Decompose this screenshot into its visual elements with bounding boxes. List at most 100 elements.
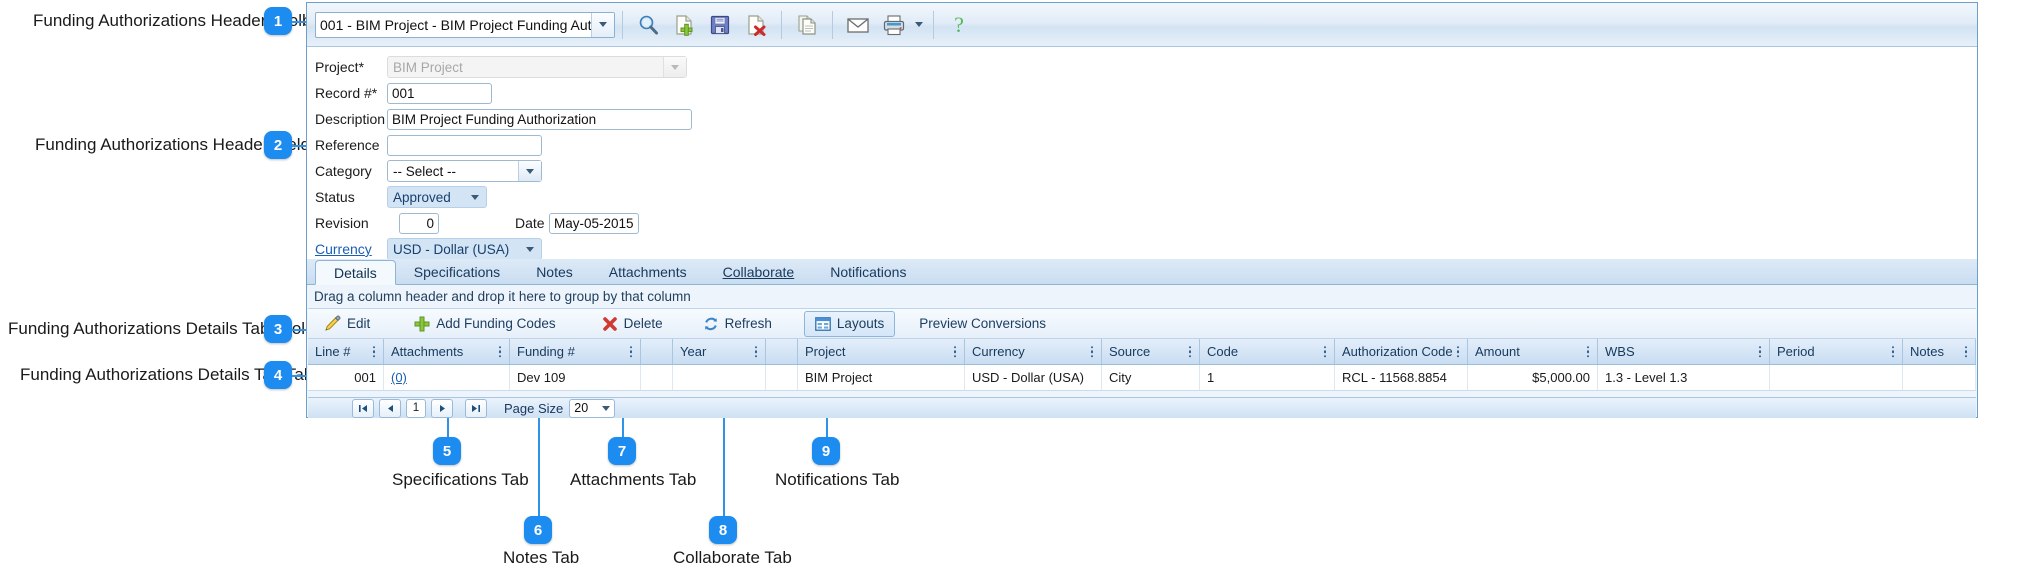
table-cell: BIM Project (798, 365, 965, 390)
delete-record-button[interactable] (741, 10, 771, 40)
project-select[interactable]: BIM Project (387, 56, 687, 78)
annotation-badge-8: 8 (709, 516, 737, 544)
current-page-number[interactable]: 1 (406, 398, 426, 418)
delete-button[interactable]: Delete (592, 311, 673, 337)
column-header-line[interactable]: Line # (308, 339, 384, 364)
column-menu-icon[interactable] (629, 345, 632, 358)
description-input[interactable]: BIM Project Funding Authorization (387, 108, 692, 130)
date-input[interactable]: May-05-2015 (549, 212, 639, 234)
currency-select-arrow[interactable] (519, 239, 541, 259)
column-menu-icon[interactable] (1456, 345, 1459, 358)
last-page-icon (472, 404, 480, 412)
column-header-currency[interactable]: Currency (965, 339, 1102, 364)
record-number-input[interactable]: 001 (387, 82, 492, 104)
column-header-notes[interactable]: Notes (1903, 339, 1976, 364)
column-header-label: Line # (315, 344, 351, 359)
annotation-leader-1 (292, 21, 306, 23)
tab-collaborate[interactable]: Collaborate (705, 259, 813, 284)
new-record-button[interactable] (669, 10, 699, 40)
reference-input[interactable] (387, 134, 542, 156)
column-header-project[interactable]: Project (798, 339, 965, 364)
column-menu-icon[interactable] (1586, 345, 1589, 358)
column-header-label: WBS (1605, 344, 1635, 359)
column-header-source[interactable]: Source (1102, 339, 1200, 364)
search-button[interactable] (633, 10, 663, 40)
page-size-select[interactable]: 20 (569, 398, 616, 418)
column-header-blank-5[interactable] (766, 339, 798, 364)
field-status: Status Approved (315, 185, 715, 209)
edit-button[interactable]: Edit (314, 311, 380, 337)
field-project-label: Project* (315, 59, 365, 75)
currency-link[interactable]: Currency (315, 241, 387, 257)
column-header-code[interactable]: Code (1200, 339, 1335, 364)
add-funding-codes-button[interactable]: Add Funding Codes (404, 311, 565, 337)
column-header-label: Authorization Code (1342, 344, 1453, 359)
print-button[interactable] (879, 10, 909, 40)
preview-conversions-button[interactable]: Preview Conversions (909, 311, 1056, 337)
email-button[interactable] (843, 10, 873, 40)
annotation-leader-2 (292, 145, 306, 147)
layouts-button[interactable]: Layouts (803, 310, 896, 337)
column-header-blank-3[interactable] (641, 339, 673, 364)
tab-notifications[interactable]: Notifications (812, 259, 924, 284)
revision-input[interactable]: 0 (399, 212, 439, 234)
copy-button[interactable] (792, 10, 822, 40)
column-header-attachments[interactable]: Attachments (384, 339, 510, 364)
layouts-button-label: Layouts (836, 316, 885, 331)
next-page-button[interactable] (431, 398, 453, 418)
page-size-label: Page Size (504, 400, 564, 416)
column-header-authorization-code[interactable]: Authorization Code (1335, 339, 1468, 364)
group-by-drop-area[interactable]: Drag a column header and drop it here to… (308, 285, 1976, 309)
column-menu-icon[interactable] (1758, 345, 1761, 358)
category-select[interactable]: -- Select -- (387, 160, 542, 182)
prev-page-button[interactable] (379, 398, 401, 418)
currency-select[interactable]: USD - Dollar (USA) (387, 238, 542, 260)
column-menu-icon[interactable] (1090, 345, 1093, 358)
table-cell (766, 365, 798, 390)
delete-record-icon (748, 14, 766, 36)
status-select[interactable]: Approved (387, 186, 487, 208)
help-button[interactable]: ? (944, 10, 974, 40)
first-page-button[interactable] (352, 398, 374, 418)
field-reference-label: Reference (315, 137, 380, 153)
save-button[interactable] (705, 10, 735, 40)
page-size-arrow[interactable] (598, 405, 614, 411)
column-menu-icon[interactable] (1891, 345, 1894, 358)
category-select-arrow[interactable] (518, 161, 541, 181)
column-menu-icon[interactable] (953, 345, 956, 358)
funding-authorizations-header-fields: Project* BIM Project Record #* 001 Descr… (307, 47, 1977, 260)
tab-notes[interactable]: Notes (518, 259, 591, 284)
tab-attachments[interactable]: Attachments (591, 259, 705, 284)
status-select-arrow[interactable] (464, 187, 486, 207)
table-header-row: Line # Attachments Funding # Year Project Cur… (308, 339, 1976, 365)
attachments-link[interactable]: (0) (391, 370, 407, 385)
column-header-label: Attachments (391, 344, 464, 359)
field-date: Date May-05-2015 (515, 211, 735, 235)
column-menu-icon[interactable] (1964, 345, 1967, 358)
column-menu-icon[interactable] (1323, 345, 1326, 358)
column-header-funding[interactable]: Funding # (510, 339, 641, 364)
column-menu-icon[interactable] (754, 345, 757, 358)
project-select-arrow[interactable] (663, 57, 686, 77)
toolbar-separator (933, 10, 934, 39)
table-body: 001 (0) Dev 109 BIM Project USD - Dollar (US… (308, 365, 1976, 391)
record-selector-dropdown-arrow[interactable] (591, 12, 614, 37)
column-header-period[interactable]: Period (1770, 339, 1903, 364)
column-header-label: Source (1109, 344, 1151, 359)
column-header-year[interactable]: Year (673, 339, 766, 364)
column-menu-icon[interactable] (1188, 345, 1191, 358)
column-header-amount[interactable]: Amount (1468, 339, 1598, 364)
table-cell: (0) (384, 365, 510, 390)
details-tab-strip: Details Specifications Notes Attachments… (307, 259, 1977, 285)
record-selector[interactable]: 001 - BIM Project - BIM Project Funding … (315, 11, 615, 38)
table-row[interactable]: 001 (0) Dev 109 BIM Project USD - Dollar (US… (308, 365, 1976, 391)
tab-details[interactable]: Details (315, 260, 396, 285)
print-dropdown-button[interactable] (912, 10, 926, 40)
refresh-button[interactable]: Refresh (693, 311, 782, 337)
copy-icon (798, 14, 816, 35)
column-menu-icon[interactable] (372, 345, 375, 358)
column-menu-icon[interactable] (498, 345, 501, 358)
last-page-button[interactable] (465, 398, 487, 418)
tab-specifications[interactable]: Specifications (396, 259, 518, 284)
column-header-wbs[interactable]: WBS (1598, 339, 1770, 364)
